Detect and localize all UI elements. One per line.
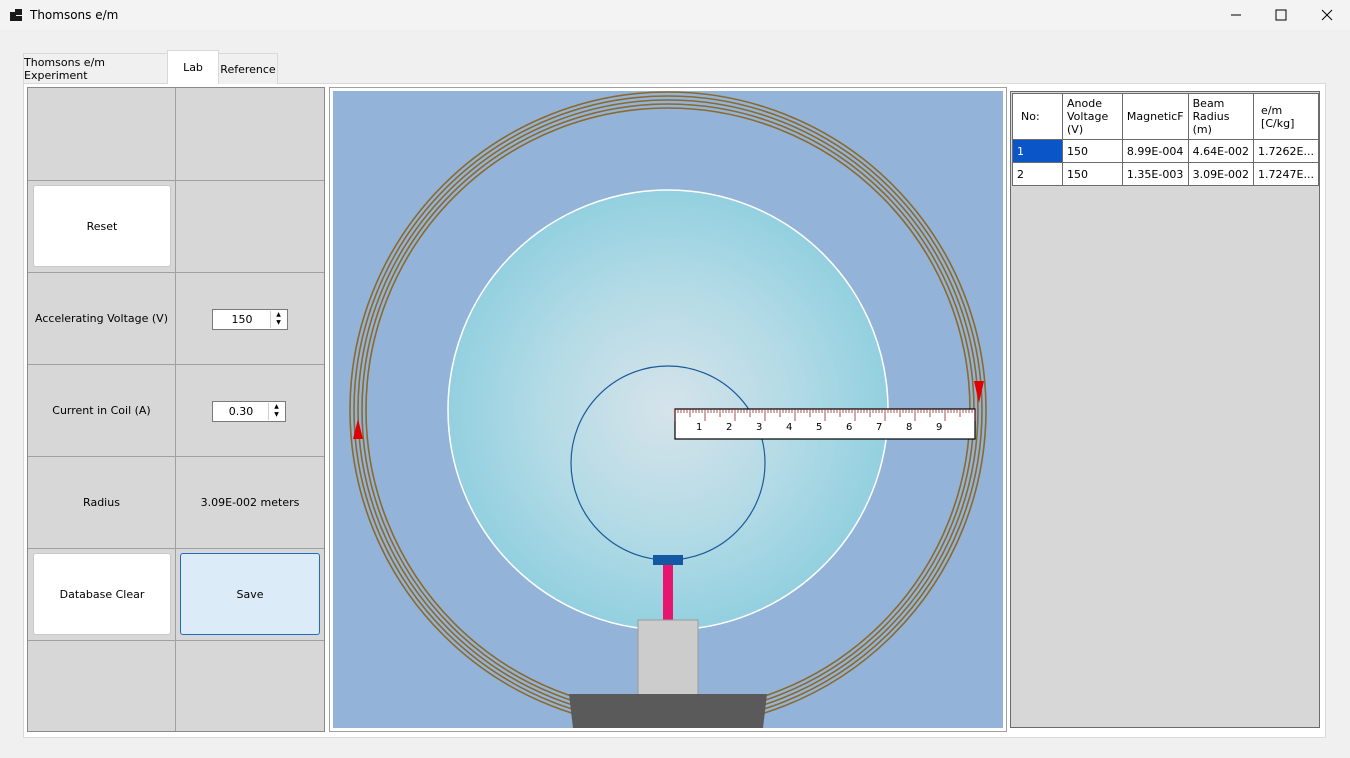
current-down-icon[interactable]: ▼ — [269, 411, 284, 419]
divider — [28, 640, 324, 641]
voltage-label: Accelerating Voltage (V) — [35, 312, 168, 325]
table-row[interactable]: 1 150 8.99E-004 4.64E-002 1.7262E... — [1011, 139, 1319, 163]
table-cell[interactable]: 1.7247E... — [1253, 162, 1319, 186]
col-header-no[interactable]: No: — [1011, 93, 1064, 140]
ruler-label: 7 — [876, 422, 882, 433]
electron-gun — [663, 565, 673, 620]
table-cell[interactable]: 3.09E-002 — [1187, 162, 1255, 186]
voltage-up-icon[interactable]: ▲ — [271, 311, 286, 319]
app-icon — [10, 9, 22, 21]
current-stepper[interactable]: 0.30 ▲ ▼ — [212, 401, 286, 422]
save-button[interactable]: Save — [180, 553, 320, 635]
simulation-canvas: 1 2 3 4 5 6 7 8 9 — [333, 91, 1003, 728]
gun-cap — [653, 555, 683, 565]
ruler-label: 4 — [786, 422, 792, 433]
table-cell[interactable]: 150 — [1062, 139, 1123, 163]
minimize-icon — [1231, 14, 1241, 16]
gun-stem — [637, 619, 699, 699]
maximize-icon — [1275, 9, 1287, 21]
ruler-label: 5 — [816, 422, 822, 433]
col-header-em[interactable]: e/m [C/kg] — [1253, 93, 1319, 140]
radius-label: Radius — [83, 496, 120, 509]
database-clear-button[interactable]: Database Clear — [33, 553, 171, 635]
ruler-label: 1 — [696, 422, 702, 433]
ruler-label: 2 — [726, 422, 732, 433]
ruler-label: 8 — [906, 422, 912, 433]
voltage-down-icon[interactable]: ▼ — [271, 319, 286, 327]
table-row[interactable]: 2 150 1.35E-003 3.09E-002 1.7247E... — [1011, 162, 1319, 186]
ruler-label: 9 — [936, 422, 942, 433]
current-label: Current in Coil (A) — [52, 404, 151, 417]
table-cell[interactable]: 8.99E-004 — [1121, 139, 1189, 163]
current-value[interactable]: 0.30 — [213, 402, 269, 421]
col-header-beam-radius[interactable]: Beam Radius (m) — [1187, 93, 1255, 140]
apparatus-base — [569, 694, 767, 728]
ruler-label: 3 — [756, 422, 762, 433]
simulation-svg: 1 2 3 4 5 6 7 8 9 — [333, 91, 1003, 728]
table-cell[interactable]: 1.35E-003 — [1121, 162, 1189, 186]
tab-reference[interactable]: Reference — [218, 53, 278, 84]
control-panel: Reset Accelerating Voltage (V) 150 ▲ ▼ C… — [27, 87, 325, 732]
table-cell[interactable]: 4.64E-002 — [1187, 139, 1255, 163]
current-up-icon[interactable]: ▲ — [269, 403, 284, 411]
table-cell[interactable]: 1.7262E... — [1253, 139, 1319, 163]
table-cell[interactable]: 1 — [1011, 139, 1064, 163]
table-cell[interactable]: 150 — [1062, 162, 1123, 186]
reset-button[interactable]: Reset — [33, 185, 171, 267]
tab-experiment[interactable]: Thomsons e/m Experiment — [23, 53, 168, 84]
results-table: No: Anode Voltage (V) MagneticF Beam Rad… — [1011, 93, 1319, 186]
maximize-button[interactable] — [1258, 0, 1304, 30]
divider — [28, 548, 324, 549]
ruler[interactable]: 1 2 3 4 5 6 7 8 9 — [674, 408, 976, 440]
window-title: Thomsons e/m — [30, 8, 119, 22]
tab-lab[interactable]: Lab — [167, 50, 219, 84]
table-cell[interactable]: 2 — [1011, 162, 1064, 186]
close-button[interactable] — [1304, 0, 1350, 30]
col-header-anode-voltage[interactable]: Anode Voltage (V) — [1062, 93, 1123, 140]
radius-value: 3.09E-002 meters — [200, 496, 300, 509]
close-icon — [1321, 9, 1333, 21]
col-header-magnetic-field[interactable]: MagneticF — [1121, 93, 1189, 140]
ruler-label: 6 — [846, 422, 852, 433]
voltage-value[interactable]: 150 — [213, 310, 271, 329]
divider — [28, 180, 324, 181]
results-grid[interactable]: No: Anode Voltage (V) MagneticF Beam Rad… — [1010, 91, 1320, 728]
minimize-button[interactable] — [1213, 0, 1259, 30]
title-bar: Thomsons e/m — [0, 0, 1350, 30]
voltage-stepper[interactable]: 150 ▲ ▼ — [212, 309, 288, 330]
divider — [175, 88, 176, 731]
